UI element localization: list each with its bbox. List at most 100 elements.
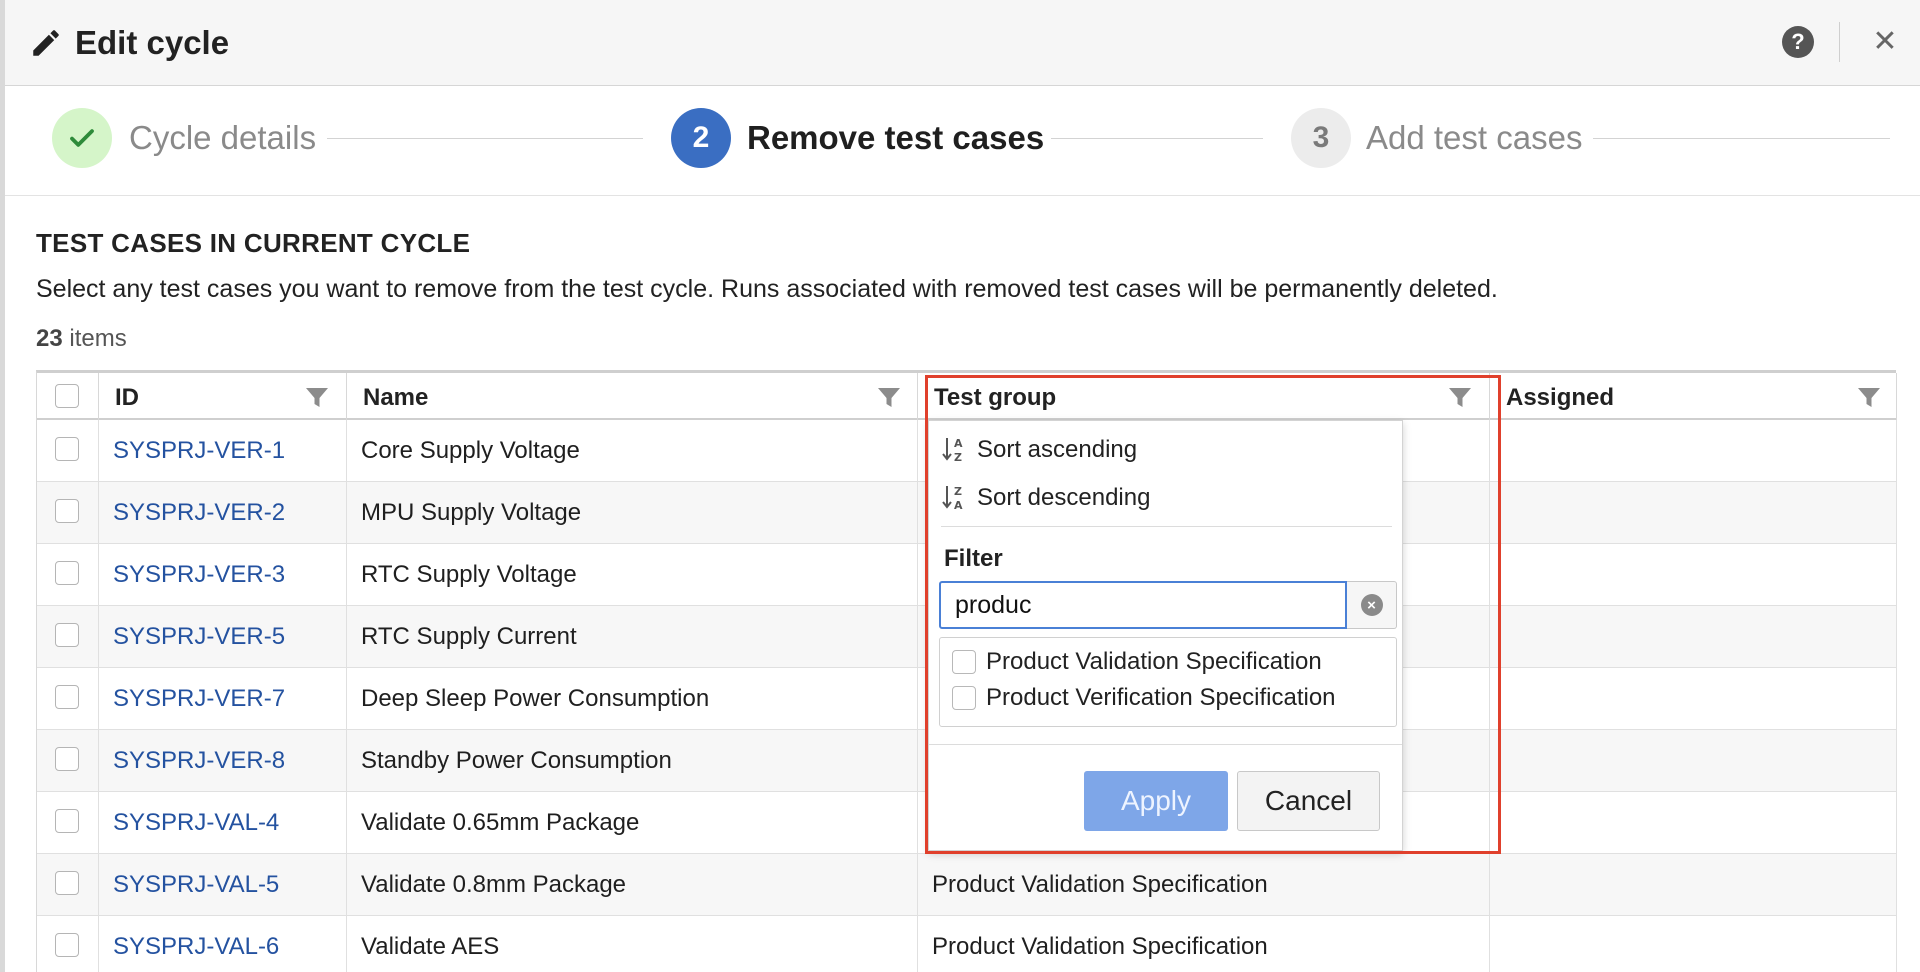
row-select-cell [37,482,99,544]
name-cell: MPU Supply Voltage [347,482,918,544]
column-header-id: ID [99,373,347,420]
test-case-id-link[interactable]: SYSPRJ-VER-7 [113,685,285,713]
test-group-cell: Product Validation Specification [918,854,1490,916]
assigned-cell [1490,606,1897,668]
apply-button[interactable]: Apply [1084,771,1228,831]
svg-text:Z: Z [954,485,962,498]
sort-descending-icon: Z A [942,485,963,512]
row-checkbox[interactable] [55,623,79,647]
edit-cycle-dialog: Edit cycle ? ✕ Cycle details 2 Remove te… [5,0,1920,972]
row-checkbox[interactable] [55,561,79,585]
filter-search-input[interactable] [939,581,1347,629]
sort-ascending-icon: A Z [942,437,963,464]
step-3-label[interactable]: Add test cases [1366,118,1582,158]
close-icon[interactable]: ✕ [1868,24,1902,58]
name-cell: Validate 0.65mm Package [347,792,918,854]
popup-divider [941,526,1392,527]
filter-funnel-icon[interactable] [877,387,901,409]
clear-filter-button[interactable]: × [1347,581,1397,629]
test-case-id-link[interactable]: SYSPRJ-VER-8 [113,747,285,775]
column-label-test-group: Test group [934,384,1057,411]
svg-text:Z: Z [954,451,962,464]
test-case-name: Standby Power Consumption [361,747,672,774]
test-case-id-link[interactable]: SYSPRJ-VER-3 [113,561,285,589]
items-count-suffix: items [62,325,127,352]
row-checkbox[interactable] [55,933,79,957]
row-checkbox[interactable] [55,747,79,771]
step-3-number: 3 [1291,108,1351,168]
test-case-name: Validate 0.65mm Package [361,809,640,836]
column-label-name: Name [363,384,429,411]
test-case-id-link[interactable]: SYSPRJ-VAL-4 [113,809,279,837]
test-group-cell: Product Validation Specification [918,916,1490,972]
sort-ascending-item[interactable]: A Z Sort ascending [941,433,1137,467]
test-case-id-link[interactable]: SYSPRJ-VER-1 [113,437,285,465]
option-checkbox[interactable] [952,686,976,710]
test-case-id-link[interactable]: SYSPRJ-VER-2 [113,499,285,527]
svg-text:A: A [954,499,963,512]
row-checkbox[interactable] [55,499,79,523]
clear-icon: × [1360,594,1383,616]
id-cell: SYSPRJ-VAL-4 [99,792,347,854]
sort-descending-label: Sort descending [977,484,1151,511]
header-divider [1839,22,1840,62]
filter-funnel-icon[interactable] [1448,387,1472,409]
row-checkbox[interactable] [55,809,79,833]
name-cell: Validate 0.8mm Package [347,854,918,916]
test-case-id-link[interactable]: SYSPRJ-VAL-5 [113,871,279,899]
table-row[interactable]: SYSPRJ-VAL-5 Validate 0.8mm Package Prod… [37,854,1897,916]
id-cell: SYSPRJ-VER-2 [99,482,347,544]
option-label: Product Verification Specification [986,684,1336,711]
filter-options-list: Product Validation Specification Product… [939,637,1397,727]
assigned-cell [1490,420,1897,482]
step-connector [1051,138,1263,139]
column-header-name: Name [347,373,918,420]
test-case-name: MPU Supply Voltage [361,499,582,526]
question-icon[interactable]: ? [1782,26,1814,58]
row-checkbox[interactable] [55,871,79,895]
id-cell: SYSPRJ-VER-8 [99,730,347,792]
items-count: 23 items [36,325,127,353]
step-1-label[interactable]: Cycle details [129,118,316,158]
filter-label: Filter [944,545,1003,572]
dialog-header: Edit cycle ? ✕ [5,0,1920,86]
id-cell: SYSPRJ-VER-7 [99,668,347,730]
step-1-check-icon[interactable] [52,108,112,168]
id-cell: SYSPRJ-VER-3 [99,544,347,606]
dialog-title-text: Edit cycle [75,24,230,61]
test-case-name: RTC Supply Voltage [361,561,577,588]
table-row[interactable]: SYSPRJ-VAL-6 Validate AES Product Valida… [37,916,1897,972]
step-2-label: Remove test cases [747,119,1045,156]
name-cell: RTC Supply Current [347,606,918,668]
filter-option[interactable]: Product Validation Specification [952,647,1322,677]
select-all-checkbox[interactable] [55,384,79,408]
section-title: TEST CASES IN CURRENT CYCLE [36,228,471,258]
filter-funnel-icon[interactable] [305,387,329,409]
name-cell: Deep Sleep Power Consumption [347,668,918,730]
row-select-cell [37,606,99,668]
step-2-number: 2 [671,108,731,168]
sort-descending-item[interactable]: Z A Sort descending [941,481,1150,515]
filter-funnel-icon[interactable] [1857,387,1881,409]
test-case-name: Validate 0.8mm Package [361,871,627,898]
test-case-id-link[interactable]: SYSPRJ-VAL-6 [113,933,279,961]
row-checkbox[interactable] [55,437,79,461]
cancel-button[interactable]: Cancel [1237,771,1380,831]
row-select-cell [37,730,99,792]
filter-option[interactable]: Product Verification Specification [952,683,1336,713]
column-header-assigned: Assigned [1490,373,1897,420]
name-cell: Validate AES [347,916,918,972]
option-checkbox[interactable] [952,650,976,674]
wizard-steps: Cycle details 2 Remove test cases 3 Add … [5,86,1920,196]
option-label: Product Validation Specification [986,648,1322,675]
step-connector [327,138,643,139]
table-header: ID Name Test group Assigned [37,373,1897,420]
name-cell: Standby Power Consumption [347,730,918,792]
row-checkbox[interactable] [55,685,79,709]
row-select-cell [37,544,99,606]
test-case-id-link[interactable]: SYSPRJ-VER-5 [113,623,285,651]
column-label-id: ID [115,384,139,411]
step-connector [1593,138,1890,139]
assigned-cell [1490,544,1897,606]
section-description: Select any test cases you want to remove… [36,275,1498,303]
